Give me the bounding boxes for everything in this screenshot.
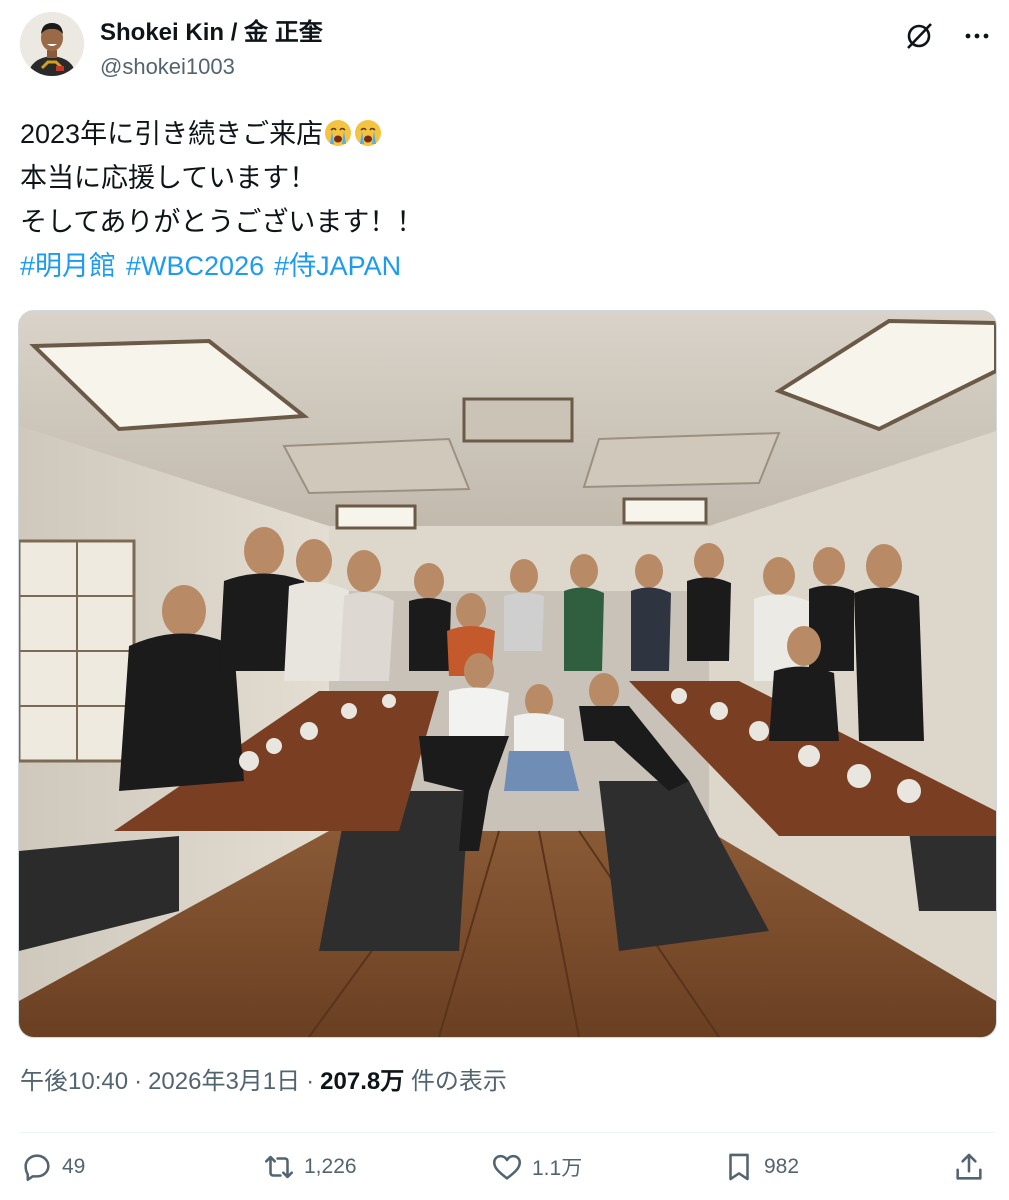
bookmark-count: 982 <box>764 1155 800 1178</box>
divider <box>20 1132 995 1133</box>
views-label: 件の表示 <box>410 1068 507 1095</box>
more-options-icon[interactable] <box>959 18 995 54</box>
heart-icon <box>492 1154 522 1180</box>
reply-count: 49 <box>62 1155 86 1178</box>
reply-icon <box>24 1154 50 1182</box>
tweet-text: 2023年に引き続きご来店 本当に応援しています！ そしてありがとうございます！… <box>20 112 980 288</box>
tweet-time[interactable]: 午後10:40 <box>20 1068 128 1095</box>
avatar[interactable] <box>20 12 84 76</box>
tweet-header: Shokei Kin / 金 正奎 @shokei1003 <box>20 12 995 88</box>
views-count: 207.8万 <box>320 1068 405 1095</box>
tweet-line-1-text: 2023年に引き続きご来店 <box>20 119 324 149</box>
like-count: 1.1万 <box>532 1157 583 1180</box>
retweet-icon <box>264 1155 294 1179</box>
tweet-date[interactable]: 2026年3月1日 <box>148 1068 300 1095</box>
tweet-line-1: 2023年に引き続きご来店 <box>20 112 980 156</box>
hashtag-list: #明月館 #WBC2026 #侍JAPAN <box>20 244 980 288</box>
display-name[interactable]: Shokei Kin / 金 正奎 <box>100 18 323 48</box>
retweet-count: 1,226 <box>304 1155 357 1178</box>
meta-separator: · <box>134 1068 143 1095</box>
tweet-photo[interactable] <box>18 310 997 1038</box>
crying-face-icon <box>325 120 352 146</box>
avatar-image <box>20 12 84 76</box>
crying-face-icon <box>355 120 382 146</box>
like-button[interactable]: 1.1万 <box>490 1150 582 1184</box>
hashtag-samurai-japan[interactable]: #侍JAPAN <box>274 251 401 281</box>
grok-icon[interactable] <box>901 18 937 54</box>
tweet-line-3: そしてありがとうございます！！ <box>20 207 424 237</box>
reply-button[interactable]: 49 <box>20 1150 85 1184</box>
action-bar: 49 1,226 1.1万 982 <box>20 1150 990 1196</box>
share-button[interactable] <box>952 1150 986 1184</box>
tweet-meta: 午後10:40 · 2026年3月1日 · 207.8万 件の表示 <box>20 1064 507 1100</box>
user-handle[interactable]: @shokei1003 <box>100 52 323 82</box>
retweet-button[interactable]: 1,226 <box>262 1150 357 1184</box>
share-icon <box>956 1153 982 1180</box>
hashtag-meigetsukan[interactable]: #明月館 <box>20 251 116 281</box>
author-names: Shokei Kin / 金 正奎 @shokei1003 <box>100 18 323 82</box>
meta-separator: · <box>306 1068 315 1095</box>
bookmark-button[interactable]: 982 <box>722 1150 799 1184</box>
hashtag-wbc2026[interactable]: #WBC2026 <box>126 251 264 281</box>
bookmark-icon <box>729 1153 749 1181</box>
header-actions <box>901 18 995 54</box>
tweet-line-2: 本当に応援しています！ <box>20 163 317 193</box>
group-photo-image <box>19 311 996 1037</box>
